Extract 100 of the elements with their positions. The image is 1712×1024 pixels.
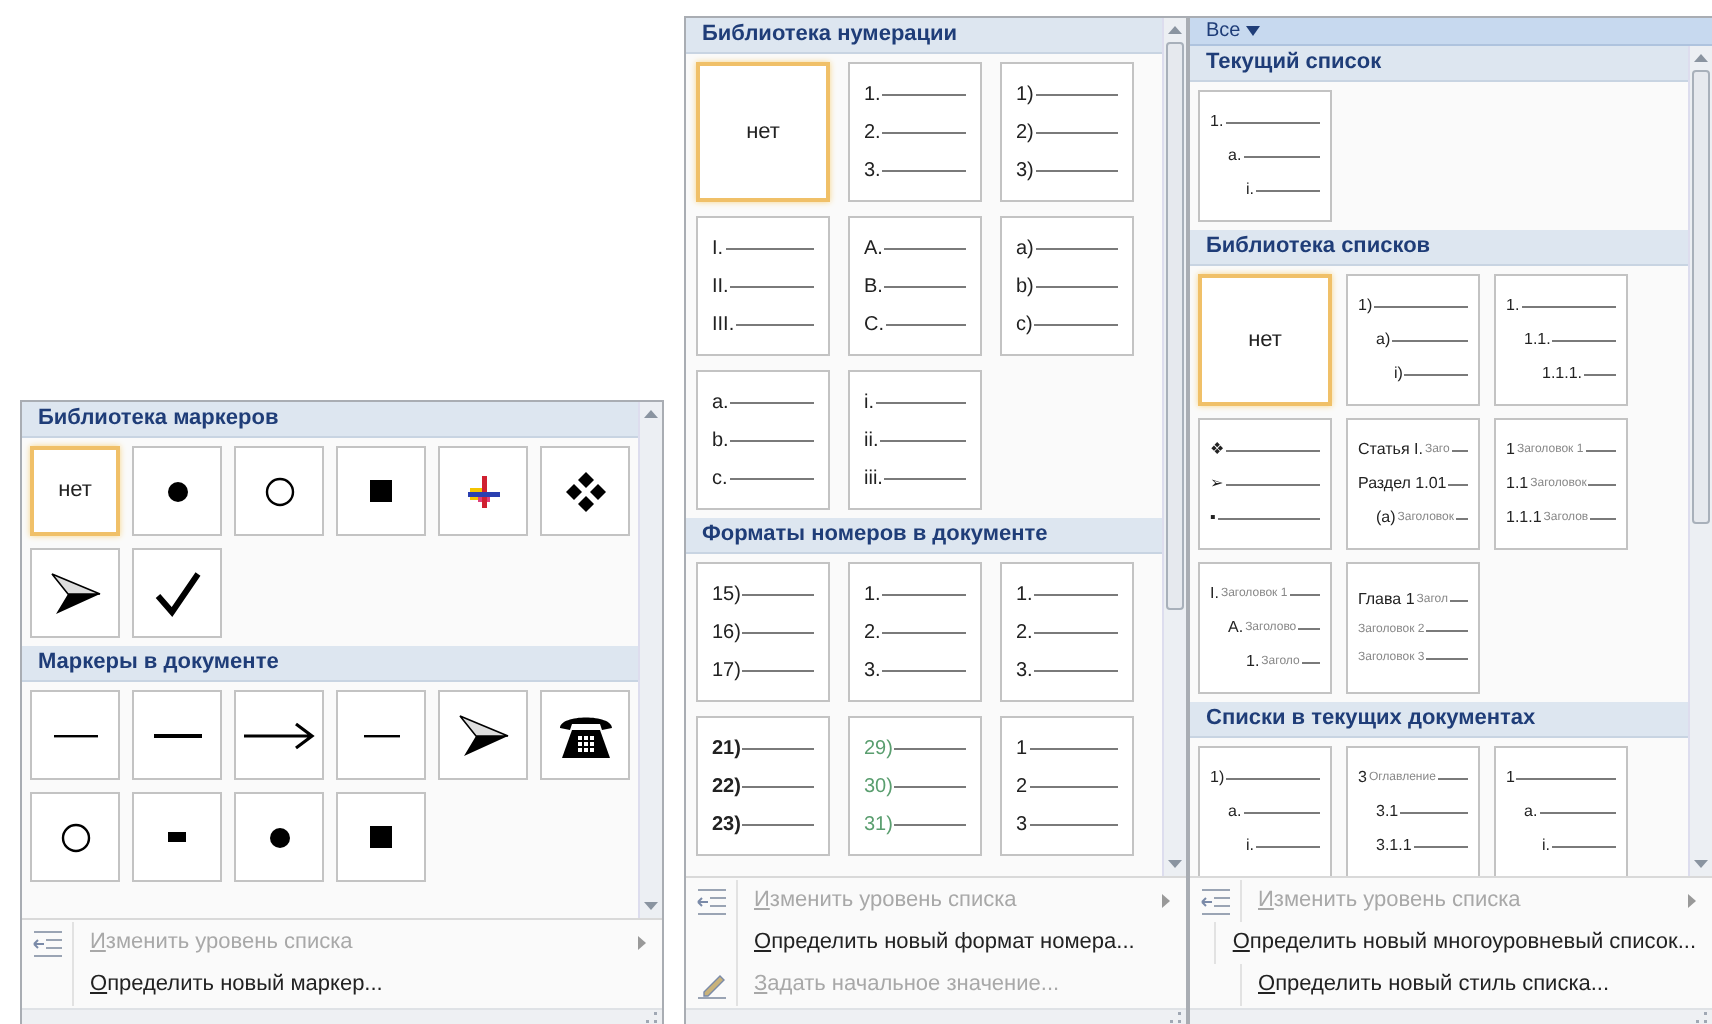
none-tile[interactable]: нет [696,62,830,202]
list-style-tile[interactable]: A. B. C. [848,216,982,356]
scroll-down-icon[interactable] [644,902,658,910]
section-heading: Маркеры в документе [22,646,638,682]
bullet-tile[interactable] [234,792,324,882]
list-number: 31) [864,811,893,839]
list-style-tile[interactable]: i. ii. iii. [848,370,982,510]
list-style-tile[interactable]: a) b) c) [1000,216,1134,356]
circle-icon [263,475,295,507]
list-number: 1 [1506,766,1515,790]
scroll-up-icon[interactable] [1168,26,1182,34]
list-number: a) [1016,235,1034,263]
list-style-tile[interactable]: 1. 1.1. 1.1.1. [1494,274,1628,406]
list-style-tile[interactable]: ❖ ➢ ▪ [1198,418,1332,550]
list-number: 3.1 [1376,800,1399,824]
list-number: B. [864,273,883,301]
bullet-tile[interactable] [234,690,324,780]
diamonds-icon [563,469,607,513]
list-number: Раздел 1.01 [1358,472,1447,496]
dash-icon [168,832,186,842]
list-number: 15) [712,581,741,609]
section-heading: Списки в текущих документах [1190,702,1688,738]
list-style-tile[interactable]: 1) a. i. [1198,746,1332,876]
bullet-tile[interactable] [438,446,528,536]
section-heading: Форматы номеров в документе [686,518,1162,554]
list-number: a. [1524,800,1538,824]
list-number: 17) [712,657,741,685]
scrollbar[interactable] [1688,46,1712,876]
menu-item[interactable]: Определить новый стиль списка... [1242,968,1712,1002]
menu-item[interactable]: Определить новый маркер... [74,968,662,1002]
bullet-tile[interactable] [336,446,426,536]
list-number: c) [1016,311,1033,339]
list-number: i) [1394,362,1403,386]
list-number: 1. [1506,294,1520,318]
bullet-tile[interactable] [540,446,630,536]
bullet-tile[interactable] [30,548,120,638]
list-style-tile[interactable]: I. II. III. [696,216,830,356]
scroll-down-icon[interactable] [1168,860,1182,868]
list-number: II. [712,273,729,301]
list-number: 16) [712,619,741,647]
scroll-up-icon[interactable] [644,410,658,418]
list-number: 2. [1016,619,1033,647]
list-style-tile[interactable]: 1. 2. 3. [848,562,982,702]
bullet-tile[interactable] [132,792,222,882]
list-number: ▪ [1210,506,1216,530]
scroll-thumb[interactable] [1166,42,1184,609]
list-number: Статья I. [1358,438,1423,462]
list-number: 3. [1016,657,1033,685]
list-number: a. [1228,800,1242,824]
bullet-tile[interactable] [132,690,222,780]
scrollbar[interactable] [638,402,662,918]
scrollbar[interactable] [1162,18,1186,876]
dash-icon [363,731,399,739]
list-style-tile[interactable]: 1 2 3 [1000,716,1134,856]
bullet-tile[interactable] [132,548,222,638]
bullet-tile[interactable] [438,690,528,780]
none-tile[interactable]: нет [30,446,120,536]
dash-icon [53,731,97,739]
list-number: ii. [864,427,879,455]
list-style-tile[interactable]: 21) 22) 23) [696,716,830,856]
list-number: 1.1.1. [1542,362,1583,386]
list-number: 1. [1016,581,1033,609]
list-number: 1) [1358,294,1373,318]
bullet-tile[interactable] [336,690,426,780]
filter-button[interactable]: Все [1206,19,1261,43]
list-number: iii. [864,465,883,493]
section-heading: Библиотека нумерации [686,18,1162,54]
bullet-tile[interactable] [234,446,324,536]
list-number: 2 [1016,773,1028,801]
scroll-down-icon[interactable] [1694,860,1708,868]
list-number: 2. [864,119,881,147]
scroll-thumb[interactable] [1692,70,1710,524]
list-number: III. [712,311,735,339]
submenu-arrow-icon [1688,894,1696,908]
list-style-tile[interactable]: 1 a. i. [1494,746,1628,876]
list-number: A. [864,235,883,263]
section-heading: Библиотека списков [1190,230,1688,266]
list-style-tile[interactable]: 1. 2. 3. [1000,562,1134,702]
bullet-tile[interactable] [30,792,120,882]
list-style-tile[interactable]: 1. a. i. [1198,90,1332,222]
bullet-tile[interactable] [132,446,222,536]
list-number: a) [1376,328,1391,352]
bullet-tile[interactable] [540,690,630,780]
none-tile[interactable]: нет [1198,274,1332,406]
list-style-tile[interactable]: a. b. c. [696,370,830,510]
list-number: 1.1. [1524,328,1551,352]
bullet-tile[interactable] [336,792,426,882]
list-style-tile[interactable]: 15) 16) 17) [696,562,830,702]
list-number: 1. [864,581,881,609]
menu-item[interactable]: Определить новый многоуровневый список... [1216,926,1712,960]
list-style-tile[interactable]: 1) 2) 3) [1000,62,1134,202]
list-number: 22) [712,773,741,801]
list-number: ➢ [1210,472,1224,496]
list-number: a. [1228,144,1242,168]
menu-item[interactable]: Определить новый формат номера... [738,926,1186,960]
scroll-up-icon[interactable] [1694,54,1708,62]
list-number: a. [712,389,729,417]
list-style-tile[interactable]: 1. 2. 3. [848,62,982,202]
bullet-tile[interactable] [30,690,120,780]
list-style-tile[interactable]: 1) a) i) [1346,274,1480,406]
